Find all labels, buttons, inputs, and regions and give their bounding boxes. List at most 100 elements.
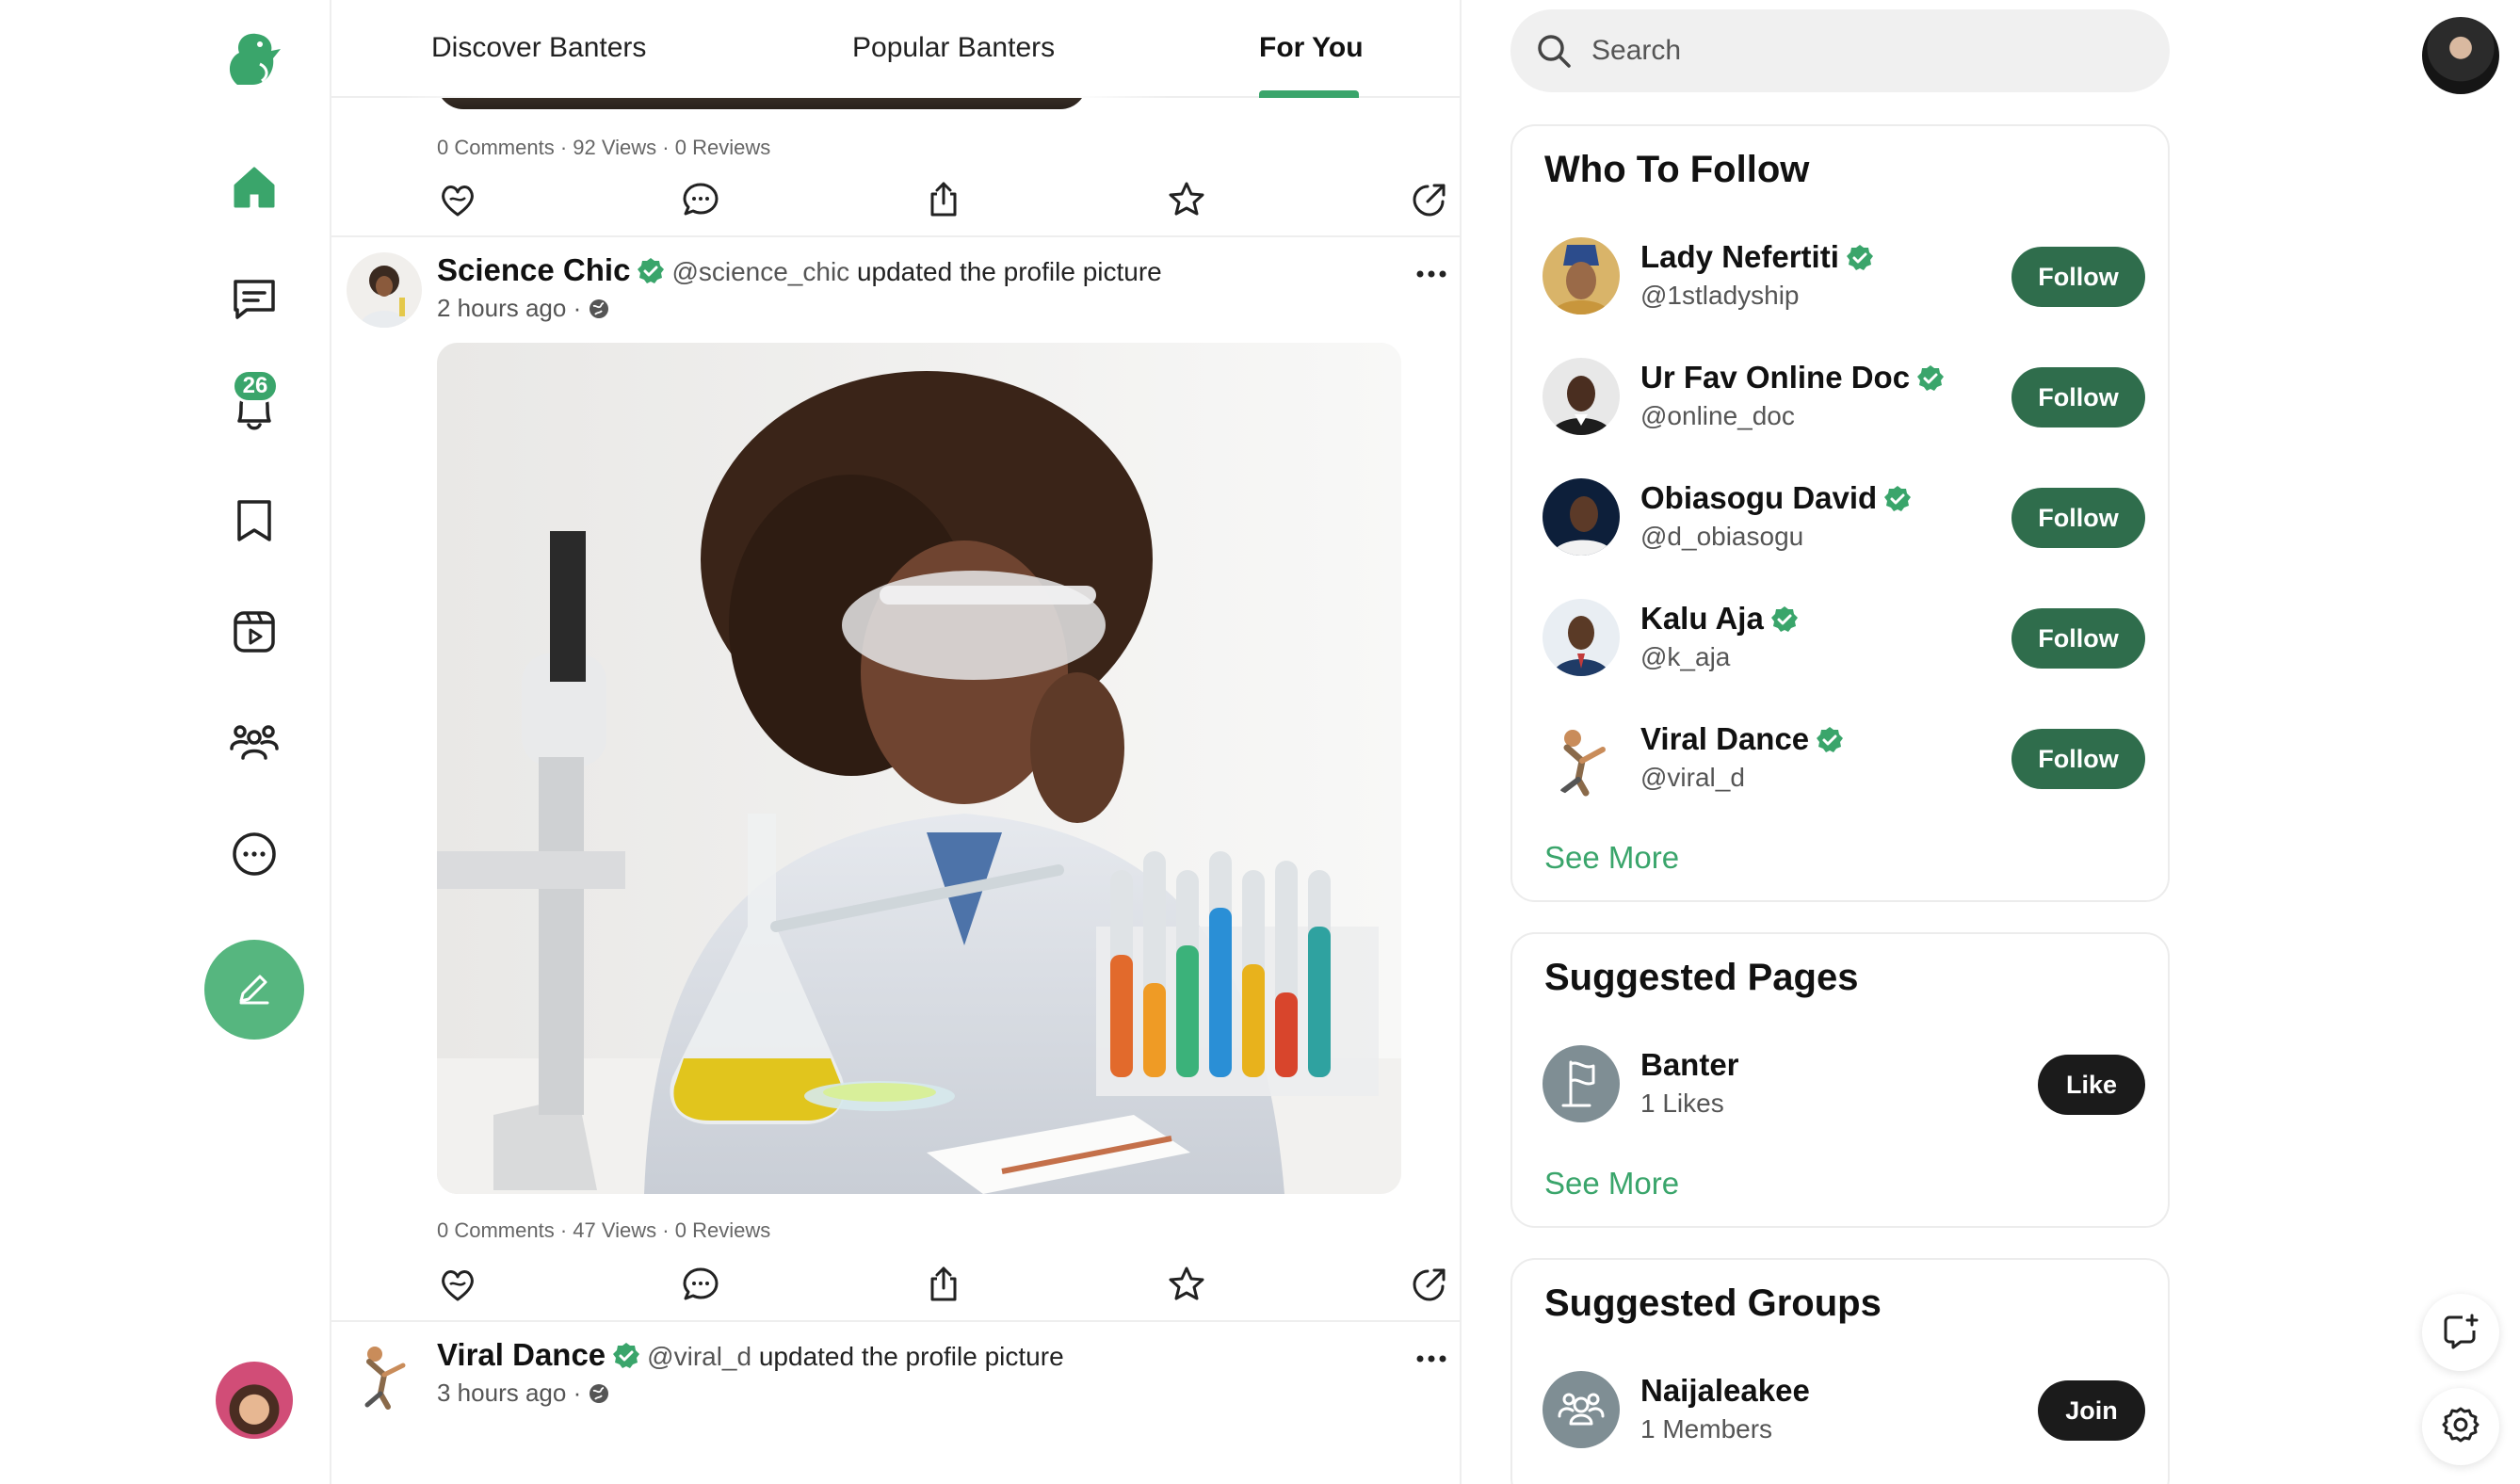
- home-icon: [228, 161, 281, 218]
- add-chat-icon: [2442, 1312, 2480, 1354]
- reviews-count[interactable]: 0 Reviews: [675, 136, 770, 159]
- people-icon: [228, 717, 281, 774]
- bookmark-icon: [228, 494, 281, 552]
- user-handle: @1stladyship: [1640, 281, 1800, 310]
- join-group-button[interactable]: Join: [2038, 1380, 2145, 1441]
- suggested-groups-card: Suggested Groups Naijaleakee 1 Members J…: [1510, 1258, 2170, 1484]
- group-avatar[interactable]: [1543, 1371, 1620, 1448]
- reviews-count[interactable]: 0 Reviews: [675, 1218, 770, 1242]
- user-name[interactable]: Viral Dance: [1640, 721, 1850, 757]
- group-name[interactable]: Naijaleakee: [1640, 1373, 1810, 1409]
- comment-button[interactable]: [680, 1264, 725, 1309]
- post-author-handle[interactable]: @science_chic: [671, 257, 849, 286]
- pencil-icon: [234, 967, 275, 1013]
- user-name[interactable]: Ur Fav Online Doc: [1640, 360, 1951, 395]
- sidebar-item-home[interactable]: [206, 141, 302, 237]
- group-icon: [1543, 1393, 1620, 1448]
- post-author-handle[interactable]: @viral_d: [647, 1342, 751, 1371]
- heart-icon: [442, 1270, 474, 1301]
- verified-badge-icon: [1845, 243, 1875, 273]
- see-more-link[interactable]: See More: [1544, 1166, 1679, 1202]
- new-chat-button[interactable]: [2422, 1294, 2499, 1371]
- user-handle: @viral_d: [1640, 763, 1745, 792]
- favorite-button[interactable]: [1166, 179, 1211, 224]
- compose-button[interactable]: [204, 940, 304, 1040]
- page-name[interactable]: Banter: [1640, 1047, 1739, 1083]
- feed-tabs: Discover Banters Popular Banters For You: [331, 0, 1460, 98]
- settings-button[interactable]: [2422, 1388, 2499, 1465]
- tab-popular-banters[interactable]: Popular Banters: [852, 32, 1055, 64]
- user-avatar[interactable]: [1543, 237, 1620, 315]
- like-page-button[interactable]: Like: [2038, 1055, 2145, 1115]
- post-actions: [437, 179, 1446, 226]
- sidebar-item-more[interactable]: [206, 808, 302, 904]
- current-user-avatar[interactable]: [216, 1362, 293, 1439]
- favorite-button[interactable]: [1166, 1264, 1211, 1309]
- who-to-follow-card: Who To Follow Lady Nefertiti @1stladyshi…: [1510, 124, 2170, 902]
- left-sidebar: 26: [0, 0, 331, 1484]
- page-suggestion: Banter 1 Likes Like: [1543, 1041, 2145, 1126]
- app-logo[interactable]: [218, 26, 294, 92]
- react-button[interactable]: [437, 179, 482, 224]
- comment-button[interactable]: [680, 179, 725, 224]
- search-input[interactable]: [1591, 26, 2138, 75]
- tab-for-you[interactable]: For You: [1259, 32, 1364, 64]
- follow-suggestion: Viral Dance @viral_d Follow: [1543, 716, 2145, 800]
- follow-suggestion: Kalu Aja @k_aja Follow: [1543, 595, 2145, 680]
- chat-icon: [228, 272, 281, 330]
- post-stats: 0 Comments · 47 Views · 0 Reviews: [437, 1218, 771, 1242]
- search-icon: [1535, 32, 1573, 74]
- post-author-name[interactable]: Viral Dance: [437, 1337, 606, 1372]
- comments-count[interactable]: 0 Comments: [437, 1218, 555, 1242]
- sidebar-item-videos[interactable]: [206, 586, 302, 682]
- external-share-button[interactable]: [1409, 1264, 1454, 1309]
- page-avatar[interactable]: [1543, 1045, 1620, 1122]
- external-share-button[interactable]: [1409, 179, 1454, 224]
- external-link-icon: [1413, 184, 1446, 217]
- sidebar-item-community[interactable]: [206, 697, 302, 793]
- follow-button[interactable]: Follow: [2011, 488, 2145, 548]
- feed: Discover Banters Popular Banters For You…: [331, 0, 1462, 1484]
- account-avatar[interactable]: [2422, 17, 2499, 94]
- share-button[interactable]: [923, 1264, 968, 1309]
- share-button[interactable]: [923, 179, 968, 224]
- user-avatar[interactable]: [1543, 358, 1620, 435]
- share-icon: [930, 1266, 957, 1301]
- group-suggestion: Naijaleakee 1 Members Join: [1543, 1367, 2145, 1452]
- post-author-avatar[interactable]: [347, 252, 422, 328]
- suggested-pages-card: Suggested Pages Banter 1 Likes Like See …: [1510, 932, 2170, 1228]
- react-button[interactable]: [437, 1264, 482, 1309]
- post-author-avatar[interactable]: [347, 1337, 422, 1412]
- user-name[interactable]: Kalu Aja: [1640, 601, 1805, 637]
- user-avatar[interactable]: [1543, 599, 1620, 676]
- post-options-button[interactable]: [1405, 260, 1458, 288]
- globe-icon: [588, 294, 610, 322]
- flag-icon: [1543, 1060, 1620, 1122]
- heart-icon: [442, 186, 474, 217]
- post-header: Viral Dance @viral_d updated the profile …: [437, 1337, 1064, 1373]
- comment-icon: [683, 183, 719, 216]
- tab-discover-banters[interactable]: Discover Banters: [431, 32, 646, 64]
- follow-button[interactable]: Follow: [2011, 247, 2145, 307]
- card-title: Who To Follow: [1544, 149, 1810, 190]
- follow-button[interactable]: Follow: [2011, 367, 2145, 427]
- user-name[interactable]: Obiasogu David: [1640, 480, 1918, 516]
- follow-suggestion: Ur Fav Online Doc @online_doc Follow: [1543, 354, 2145, 439]
- comments-count[interactable]: 0 Comments: [437, 136, 555, 159]
- see-more-link[interactable]: See More: [1544, 840, 1679, 876]
- user-avatar[interactable]: [1543, 478, 1620, 556]
- post-image[interactable]: [437, 343, 1401, 1194]
- sidebar-item-messages[interactable]: [206, 252, 302, 348]
- post-author-name[interactable]: Science Chic: [437, 252, 630, 287]
- post-timestamp: 3 hours ago ·: [437, 1379, 610, 1408]
- more-horizontal-icon: [1416, 270, 1446, 278]
- sidebar-item-bookmarks[interactable]: [206, 475, 302, 571]
- user-name[interactable]: Lady Nefertiti: [1640, 239, 1881, 275]
- follow-button[interactable]: Follow: [2011, 608, 2145, 669]
- search-bar[interactable]: [1510, 9, 2170, 92]
- user-avatar[interactable]: [1543, 719, 1620, 797]
- follow-button[interactable]: Follow: [2011, 729, 2145, 789]
- user-handle: @online_doc: [1640, 401, 1795, 430]
- post-options-button[interactable]: [1405, 1345, 1458, 1373]
- post-header: Science Chic @science_chic updated the pr…: [437, 252, 1162, 288]
